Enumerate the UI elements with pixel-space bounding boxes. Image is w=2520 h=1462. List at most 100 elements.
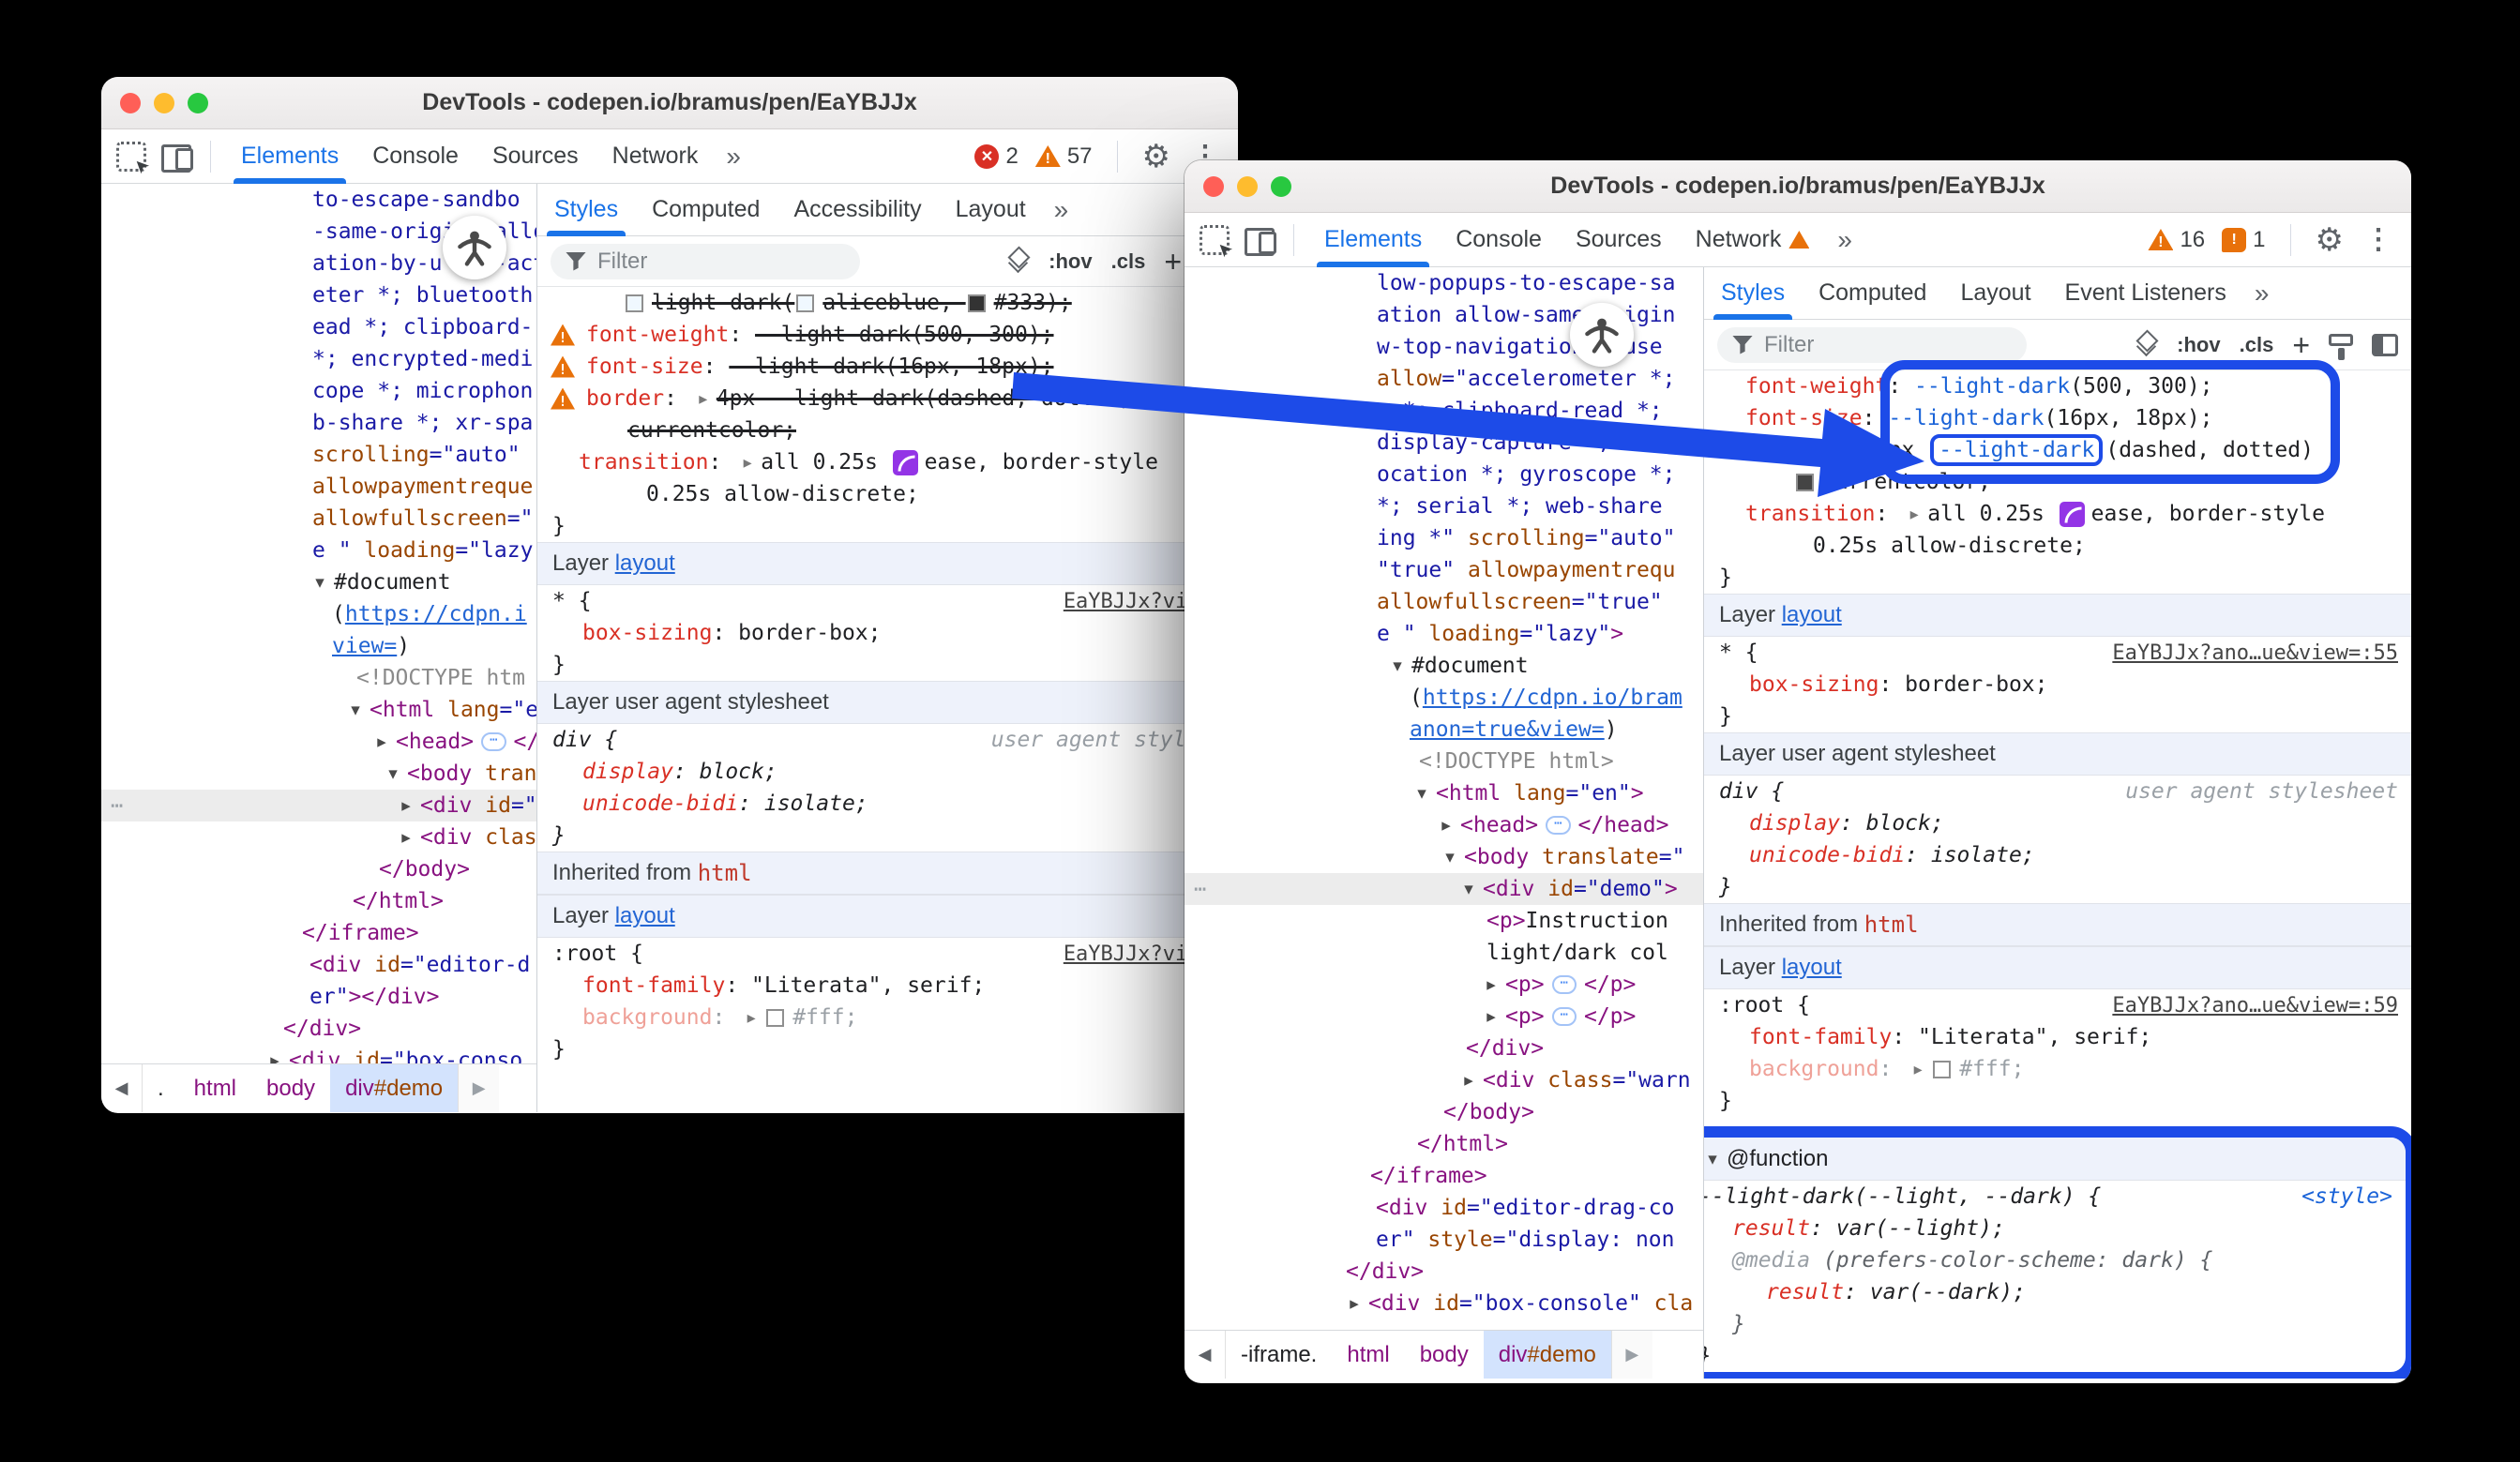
code-line[interactable]: ⋯▸<div id=" bbox=[101, 790, 536, 821]
code-line[interactable]: e " loading="lazy"> bbox=[1185, 618, 1703, 650]
code-line[interactable]: unicode-bidi: isolate; bbox=[537, 788, 1238, 820]
code-line[interactable]: display: block; bbox=[537, 756, 1238, 788]
rendering-emulation-icon[interactable] bbox=[2329, 334, 2353, 346]
cascade-layers-icon[interactable] bbox=[1007, 249, 1030, 274]
code-line[interactable]: 0.25s allow-discrete; bbox=[1704, 530, 2411, 562]
color-swatch[interactable] bbox=[968, 294, 986, 312]
code-line[interactable]: currentcolor; bbox=[537, 414, 1238, 446]
color-swatch[interactable] bbox=[796, 294, 814, 312]
code-line[interactable]: <!DOCTYPE html> bbox=[1185, 746, 1703, 777]
code-line[interactable]: </body> bbox=[101, 853, 536, 885]
breadcrumb-right-arrow[interactable]: ▶ bbox=[458, 1064, 499, 1112]
code-line[interactable]: font-weight: --light-dark(500, 300); bbox=[1704, 370, 2411, 402]
code-line[interactable]: to-escape-sandbo bbox=[101, 184, 536, 216]
device-toolbar-icon[interactable] bbox=[161, 143, 193, 171]
code-line[interactable]: <p>Instruction bbox=[1185, 905, 1703, 937]
code-line[interactable]: </iframe> bbox=[101, 917, 536, 949]
filter-input[interactable] bbox=[597, 249, 845, 275]
inspect-element-icon[interactable] bbox=[1200, 225, 1230, 255]
minimize-button[interactable] bbox=[154, 93, 174, 113]
code-line[interactable]: border: ▸4px --light-dark(dashed, dotted… bbox=[1704, 434, 2411, 466]
code-line[interactable]: allow="accelerometer *; bbox=[1185, 363, 1703, 395]
code-line[interactable]: allowpaymentreque bbox=[101, 471, 536, 503]
code-line[interactable]: div {user agent stylesheet bbox=[1704, 776, 2411, 807]
code-line[interactable]: <div id="editor-drag-co bbox=[1185, 1192, 1703, 1224]
code-line[interactable]: ▸<head>⋯</h bbox=[101, 726, 536, 758]
code-line[interactable]: ▾#document bbox=[1185, 650, 1703, 682]
code-line[interactable]: cope *; microphon bbox=[101, 375, 536, 407]
code-line[interactable]: <!DOCTYPE htm bbox=[101, 662, 536, 694]
code-line[interactable]: } bbox=[537, 1033, 1238, 1065]
warn-badge[interactable]: !16 bbox=[2148, 227, 2205, 253]
tab-event-listeners[interactable]: Event Listeners bbox=[2048, 267, 2243, 319]
warn-badge[interactable]: !57 bbox=[1035, 143, 1093, 170]
code-line[interactable]: eter *; bluetooth bbox=[101, 279, 536, 311]
breadcrumb-left-arrow[interactable]: ◀ bbox=[1185, 1331, 1226, 1379]
code-line[interactable]: } bbox=[1704, 1308, 2406, 1340]
filter-input-wrap[interactable] bbox=[551, 244, 860, 279]
code-line[interactable]: ▾<html lang="e bbox=[101, 694, 536, 726]
code-line[interactable]: } bbox=[537, 820, 1238, 852]
section-header[interactable]: Inherited from html bbox=[1704, 903, 2411, 946]
new-style-rule-button[interactable]: + bbox=[2292, 330, 2310, 360]
code-line[interactable]: transition: ▸all 0.25s ease, border-styl… bbox=[1704, 498, 2411, 530]
code-line[interactable]: result: var(--dark); bbox=[1704, 1276, 2406, 1308]
code-line[interactable]: :root {EaYBJJx?ano…ue&view=:59 bbox=[1704, 989, 2411, 1021]
more-tabs-chevron[interactable]: » bbox=[1826, 213, 1864, 266]
cascade-layers-icon[interactable] bbox=[2135, 333, 2158, 357]
code-line[interactable]: ead *; clipboard- bbox=[101, 311, 536, 343]
code-line[interactable]: low-popups-to-escape-sa bbox=[1185, 267, 1703, 299]
code-line[interactable]: transition: ▸all 0.25s ease, border-styl… bbox=[537, 446, 1238, 478]
code-line[interactable]: --light-dark(--light, --dark) {<style> bbox=[1704, 1181, 2406, 1213]
breadcrumb-left-arrow[interactable]: ◀ bbox=[101, 1064, 143, 1112]
code-line[interactable]: ▸<p>⋯</p> bbox=[1185, 969, 1703, 1001]
tab-styles[interactable]: Styles bbox=[537, 184, 635, 235]
code-line[interactable]: </div> bbox=[1185, 1256, 1703, 1288]
code-line[interactable]: </iframe> bbox=[1185, 1160, 1703, 1192]
code-line[interactable]: } bbox=[1704, 871, 2411, 903]
code-line[interactable]: </div> bbox=[1185, 1032, 1703, 1064]
code-line[interactable]: ⋯▾<div id="demo"> bbox=[1185, 873, 1703, 905]
dock-side-icon[interactable] bbox=[2372, 334, 2398, 356]
color-swatch[interactable] bbox=[1796, 474, 1814, 491]
code-line[interactable]: box-sizing: border-box; bbox=[537, 617, 1238, 649]
code-line[interactable]: er"></div> bbox=[101, 981, 536, 1013]
code-line[interactable]: allowfullscreen=" bbox=[101, 503, 536, 535]
code-line[interactable]: *; serial *; web-share bbox=[1185, 490, 1703, 522]
ellipsis-icon[interactable]: ⋯ bbox=[1552, 1007, 1577, 1026]
ellipsis-icon[interactable]: ⋯ bbox=[481, 732, 506, 751]
section-header[interactable]: Layer layout bbox=[537, 895, 1238, 938]
code-line[interactable]: * {EaYBJJx?view= bbox=[537, 585, 1238, 617]
toggle-class-button[interactable]: .cls bbox=[2240, 333, 2274, 357]
code-line[interactable]: ▾<body trans bbox=[101, 758, 536, 790]
zoom-button[interactable] bbox=[188, 93, 208, 113]
tab-computed[interactable]: Computed bbox=[1802, 267, 1943, 319]
tab-network[interactable]: Network bbox=[596, 129, 716, 183]
code-line[interactable]: (https://cdpn.io/bram bbox=[1185, 682, 1703, 714]
settings-gear-icon[interactable]: ⚙ bbox=[2316, 224, 2344, 256]
section-header[interactable]: Layer user agent stylesheet bbox=[537, 681, 1238, 724]
more-menu-icon[interactable]: ⋮ bbox=[2359, 223, 2398, 256]
section-header[interactable]: Inherited from html bbox=[537, 852, 1238, 895]
ellipsis-icon[interactable]: ⋯ bbox=[1546, 816, 1570, 835]
code-line[interactable]: !font-size: --light-dark(16px, 18px); bbox=[537, 351, 1238, 383]
code-line[interactable]: *; encrypted-medi bbox=[101, 343, 536, 375]
code-line[interactable]: font-size: --light-dark(16px, 18px); bbox=[1704, 402, 2411, 434]
section-header[interactable]: Layer layout bbox=[537, 542, 1238, 585]
breadcrumb-item[interactable]: div#demo bbox=[1484, 1331, 1611, 1379]
section-header[interactable]: Layer user agent stylesheet bbox=[1704, 732, 2411, 776]
code-line[interactable]: view=) bbox=[101, 630, 536, 662]
tab-accessibility[interactable]: Accessibility bbox=[777, 184, 938, 235]
code-line[interactable]: light/dark col bbox=[1185, 937, 1703, 969]
code-line[interactable]: ▸<div clas bbox=[101, 821, 536, 853]
code-line[interactable]: ▸<head>⋯</head> bbox=[1185, 809, 1703, 841]
code-line[interactable]: ▸<div id="box-console" cla bbox=[1185, 1288, 1703, 1319]
tab-styles[interactable]: Styles bbox=[1704, 267, 1802, 319]
code-line[interactable]: display: block; bbox=[1704, 807, 2411, 839]
code-line[interactable]: b-share *; xr-spa bbox=[101, 407, 536, 439]
breadcrumb-item[interactable]: body bbox=[1405, 1331, 1484, 1379]
section-header[interactable]: Layer layout bbox=[1704, 594, 2411, 637]
titlebar[interactable]: DevTools - codepen.io/bramus/pen/EaYBJJx bbox=[1185, 160, 2411, 213]
settings-gear-icon[interactable]: ⚙ bbox=[1142, 141, 1170, 173]
breadcrumb-item[interactable]: body bbox=[251, 1064, 330, 1112]
